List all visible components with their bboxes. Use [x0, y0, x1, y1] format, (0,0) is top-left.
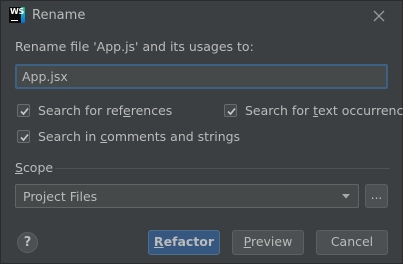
preview-button[interactable]: Preview: [232, 230, 304, 255]
search-text-checkbox-row[interactable]: Search for text occurrences: [224, 103, 403, 118]
search-comments-checkbox[interactable]: [17, 130, 30, 143]
rename-prompt: Rename file 'App.js' and its usages to:: [15, 39, 254, 54]
checkmark-icon: [20, 133, 29, 142]
rename-dialog: WS Rename Rename file 'App.js' and its u…: [0, 0, 403, 264]
webstorm-icon: WS: [9, 7, 25, 23]
scope-more-button[interactable]: ...: [365, 184, 388, 208]
close-icon: [373, 10, 385, 22]
scope-label: Scope: [15, 160, 54, 175]
dialog-title: Rename: [32, 8, 86, 23]
chevron-down-icon: [342, 194, 350, 199]
search-text-label: Search for text occurrences: [245, 103, 403, 118]
new-name-input[interactable]: [15, 64, 388, 89]
checkmark-icon: [20, 107, 29, 116]
help-button[interactable]: ?: [17, 232, 38, 253]
search-references-label: Search for references: [38, 103, 173, 118]
title-bar: WS Rename: [1, 1, 402, 33]
scope-selected-value: Project Files: [23, 189, 98, 204]
app-icon-text: WS: [10, 7, 24, 16]
search-comments-label: Search in comments and strings: [38, 129, 241, 144]
close-button[interactable]: [369, 6, 389, 26]
scope-dropdown[interactable]: Project Files: [15, 184, 359, 208]
refactor-button[interactable]: Refactor: [148, 230, 220, 255]
scope-separator: [55, 168, 390, 169]
search-text-checkbox[interactable]: [224, 104, 237, 117]
search-comments-checkbox-row[interactable]: Search in comments and strings: [17, 129, 240, 144]
search-references-checkbox-row[interactable]: Search for references: [17, 103, 172, 118]
checkmark-icon: [227, 107, 236, 116]
cancel-button[interactable]: Cancel: [316, 230, 388, 255]
search-references-checkbox[interactable]: [17, 104, 30, 117]
